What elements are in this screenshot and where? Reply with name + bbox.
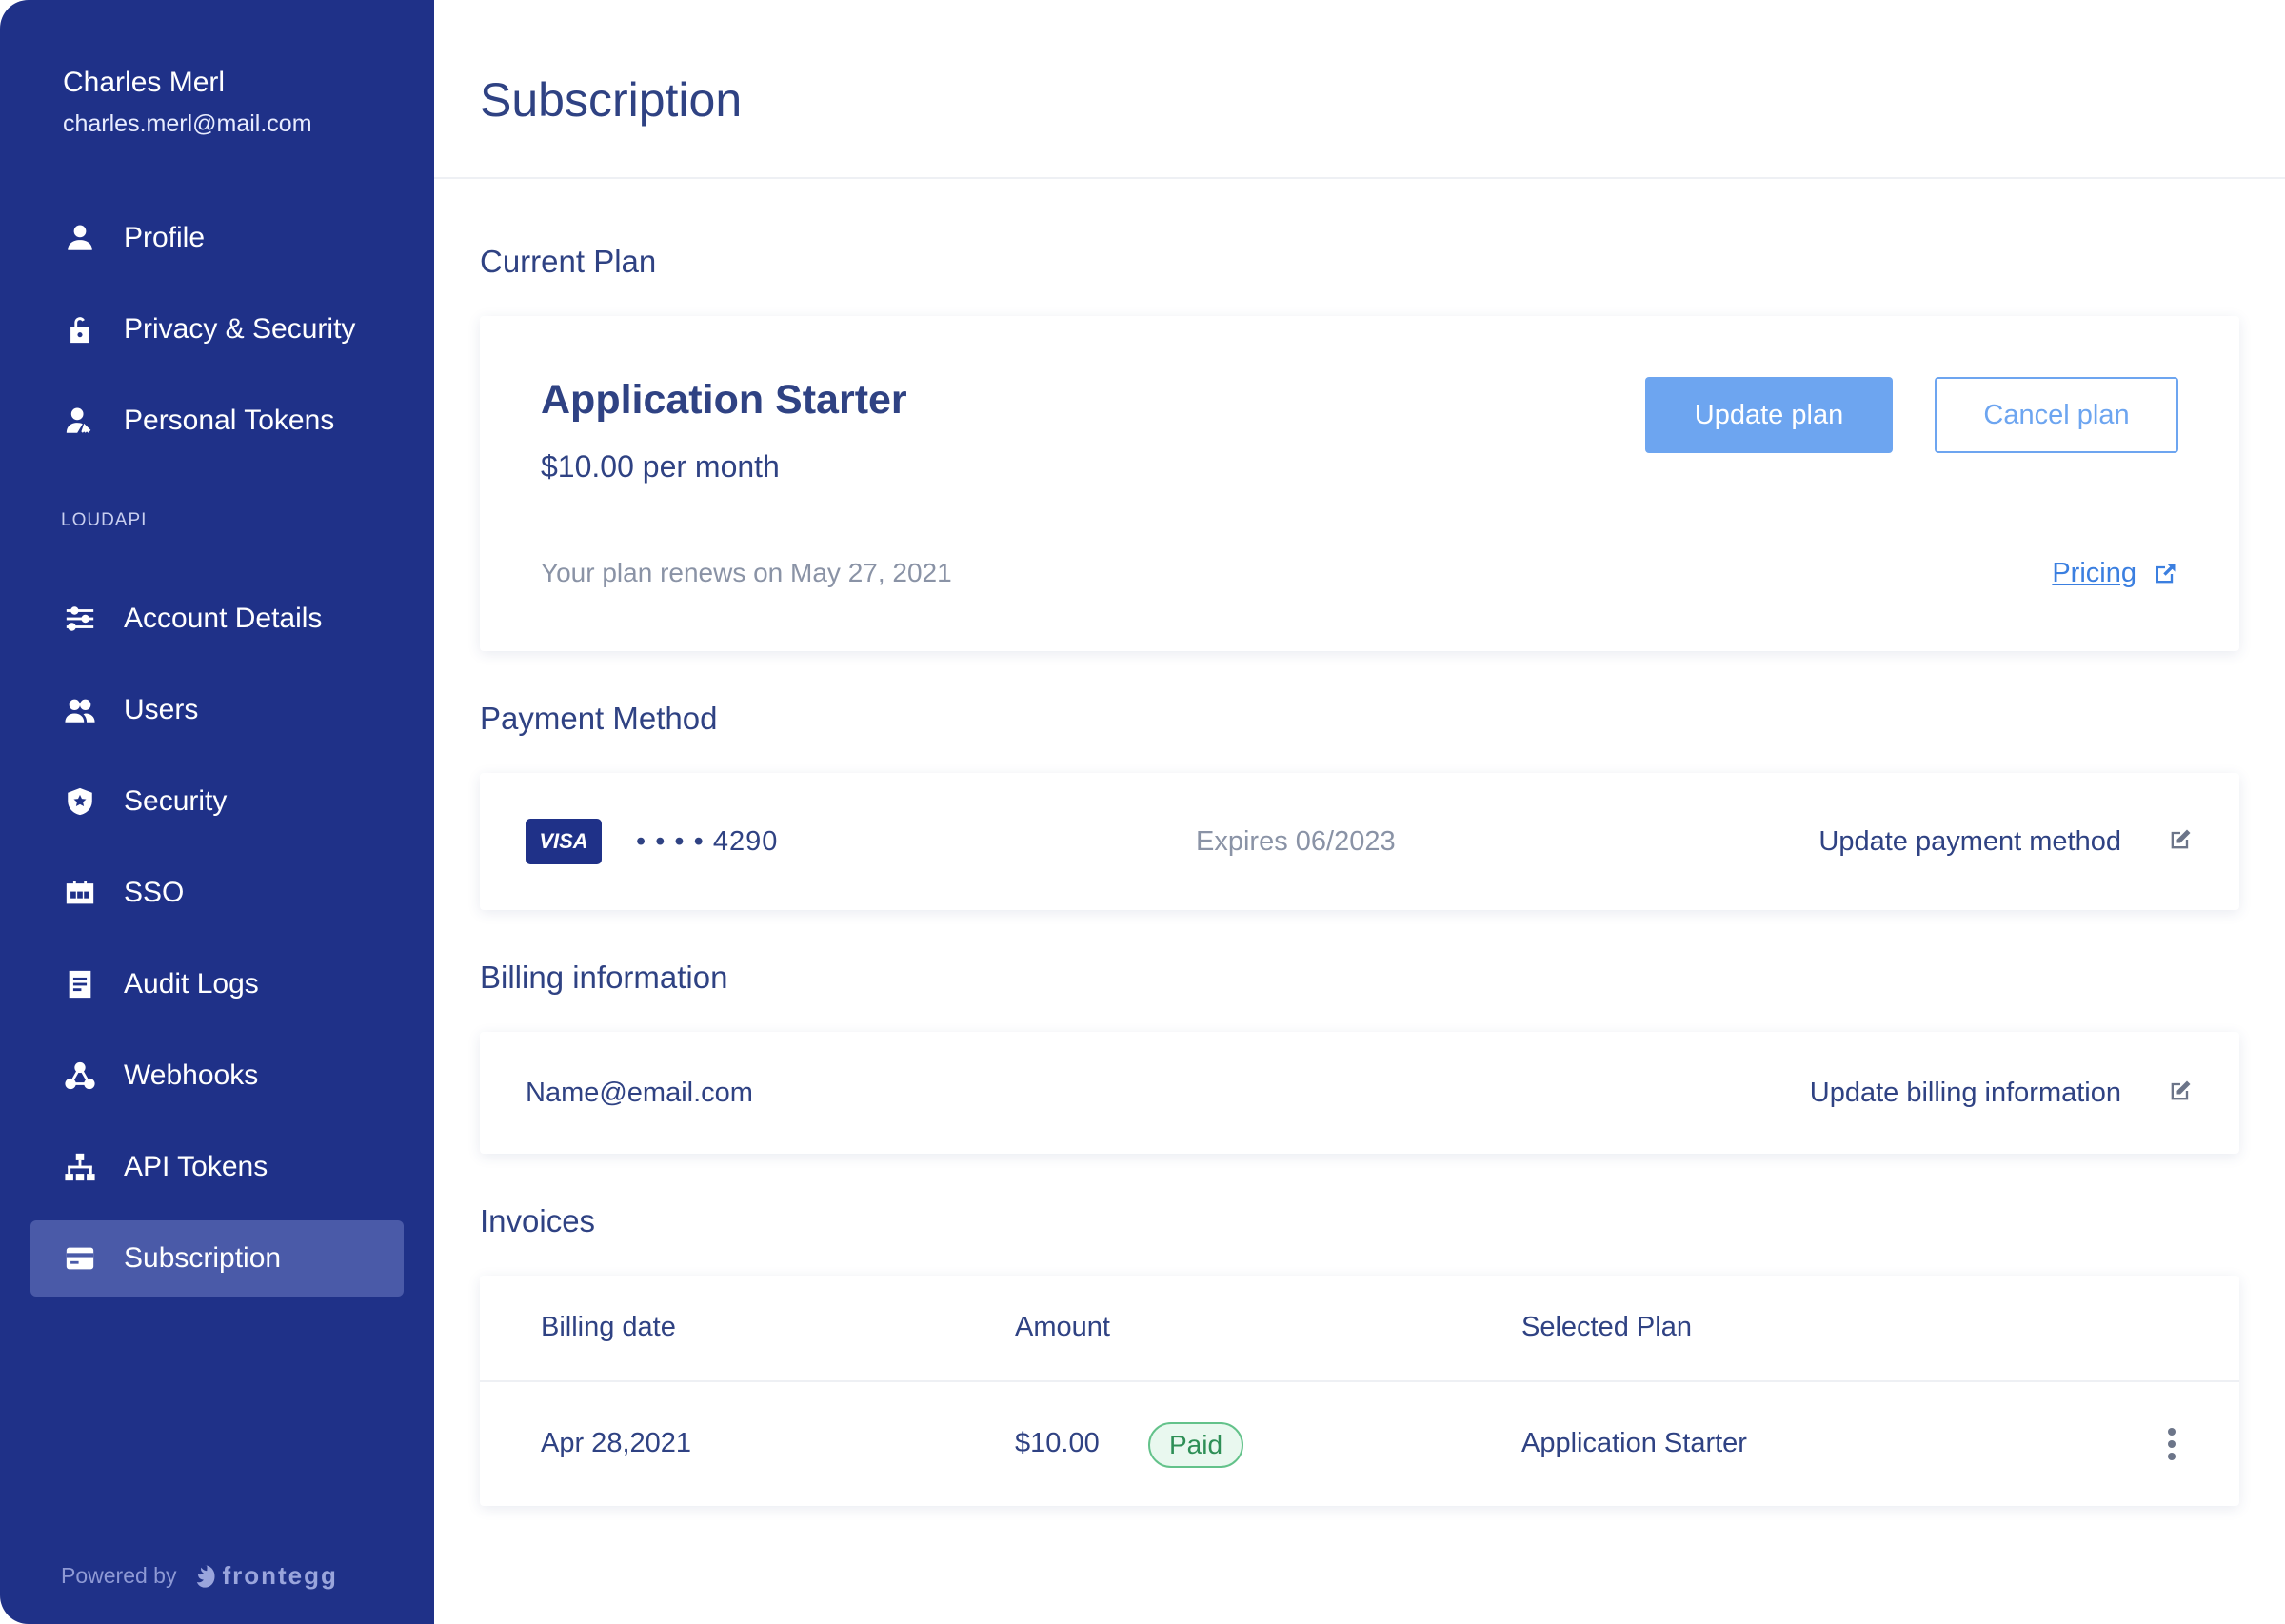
sidebar-item-api-tokens[interactable]: API Tokens <box>30 1129 404 1205</box>
invoice-amount: $10.00 <box>1015 1428 1100 1458</box>
section-label: LOUDAPI <box>61 510 148 530</box>
sidebar-item-label: Webhooks <box>124 1060 259 1091</box>
pricing-link-label: Pricing <box>2052 558 2136 588</box>
person-key-icon <box>57 405 103 437</box>
current-plan-title: Current Plan <box>480 244 657 279</box>
update-payment-method-label: Update payment method <box>1818 825 2121 857</box>
powered-by-text: Powered by <box>61 1563 177 1588</box>
update-billing-information-label: Update billing information <box>1809 1077 2121 1108</box>
invoices-table-header: Billing date Amount Selected Plan <box>480 1276 2239 1382</box>
sliders-icon <box>57 603 103 635</box>
current-plan-card: Application Starter $10.00 per month You… <box>480 316 2239 651</box>
payment-method-card: VISA • • • • 4290 Expires 06/2023 Update… <box>480 773 2239 910</box>
card-icon <box>57 1242 103 1275</box>
plan-price: $10.00 per month <box>541 449 780 484</box>
billing-email-wrap: Name@email.com <box>526 1032 753 1154</box>
invoices-title: Invoices <box>480 1203 596 1238</box>
user-email: charles.merl@mail.com <box>63 110 312 137</box>
sidebar-item-label: Account Details <box>124 603 323 634</box>
frontegg-brand: frontegg <box>222 1561 338 1590</box>
sidebar-item-privacy-security[interactable]: Privacy & Security <box>30 291 404 367</box>
edit-icon <box>2167 1078 2194 1109</box>
hierarchy-icon <box>57 1151 103 1183</box>
sidebar-item-label: Users <box>124 694 199 725</box>
external-link-icon <box>2156 564 2176 583</box>
sidebar-item-label: Security <box>124 785 228 817</box>
powered-by: Powered by frontegg <box>61 1561 338 1591</box>
card-expiry-wrap: Expires 06/2023 <box>1196 773 1396 910</box>
column-header-amount: Amount <box>1015 1312 1110 1342</box>
sidebar-item-label: SSO <box>124 877 185 908</box>
sidebar-item-label: Profile <box>124 222 206 253</box>
edit-icon <box>2167 826 2194 858</box>
page-title: Subscription <box>480 73 743 127</box>
column-header-selected-plan: Selected Plan <box>1521 1312 1692 1342</box>
sidebar-item-subscription[interactable]: Subscription <box>30 1220 404 1297</box>
card-expiry: Expires 06/2023 <box>1196 825 1396 857</box>
sidebar-item-audit-logs[interactable]: Audit Logs <box>30 946 404 1022</box>
sidebar-item-webhooks[interactable]: Webhooks <box>30 1038 404 1114</box>
lock-open-icon <box>57 313 103 346</box>
card-number: • • • • 4290 <box>636 825 779 857</box>
plan-name: Application Starter <box>541 377 907 423</box>
cancel-plan-button[interactable]: Cancel plan <box>1935 377 2178 453</box>
sidebar-item-label: API Tokens <box>124 1151 268 1182</box>
visa-badge: VISA <box>526 819 602 864</box>
shield-icon <box>57 785 103 818</box>
sidebar-item-sso[interactable]: SSO <box>30 855 404 931</box>
sidebar-item-users[interactable]: Users <box>30 672 404 748</box>
column-header-billing-date: Billing date <box>541 1312 676 1342</box>
payment-method-title: Payment Method <box>480 701 718 736</box>
invoice-plan: Application Starter <box>1521 1428 1747 1458</box>
invoice-date: Apr 28,2021 <box>541 1428 692 1458</box>
update-billing-information-link[interactable]: Update billing information <box>1810 1032 2194 1154</box>
sidebar-item-profile[interactable]: Profile <box>30 200 404 276</box>
sidebar-item-label: Subscription <box>124 1242 282 1274</box>
invoices-table: Billing date Amount Selected Plan Apr 28… <box>480 1276 2239 1506</box>
update-plan-button[interactable]: Update plan <box>1645 377 1893 453</box>
sidebar-item-label: Personal Tokens <box>124 405 335 436</box>
webhook-icon <box>57 1060 103 1092</box>
person-icon <box>57 222 103 254</box>
card-number-wrap: • • • • 4290 <box>636 773 778 910</box>
card-brand-wrap: VISA <box>526 773 602 910</box>
header-divider <box>434 177 2285 179</box>
pricing-link[interactable]: Pricing <box>2052 558 2178 589</box>
document-icon <box>57 968 103 1000</box>
update-payment-method-link[interactable]: Update payment method <box>1818 773 2194 910</box>
users-icon <box>57 694 103 726</box>
billing-information-card: Name@email.com Update billing informatio… <box>480 1032 2239 1154</box>
sidebar-item-label: Audit Logs <box>124 968 259 1000</box>
sso-icon <box>57 877 103 909</box>
sidebar-item-security[interactable]: Security <box>30 763 404 840</box>
sidebar: Charles Merl charles.merl@mail.com Profi… <box>0 0 434 1624</box>
more-options-icon[interactable] <box>2167 1428 2176 1460</box>
frontegg-logo-icon <box>197 1564 215 1588</box>
sidebar-item-label: Privacy & Security <box>124 313 356 345</box>
billing-information-title: Billing information <box>480 960 728 995</box>
status-badge: Paid <box>1148 1422 1243 1468</box>
sidebar-item-account-details[interactable]: Account Details <box>30 581 404 657</box>
frontegg-logo: frontegg <box>191 1561 337 1591</box>
plan-renewal: Your plan renews on May 27, 2021 <box>541 558 952 587</box>
billing-email: Name@email.com <box>526 1077 753 1108</box>
sidebar-item-personal-tokens[interactable]: Personal Tokens <box>30 383 404 459</box>
user-name: Charles Merl <box>63 67 226 98</box>
